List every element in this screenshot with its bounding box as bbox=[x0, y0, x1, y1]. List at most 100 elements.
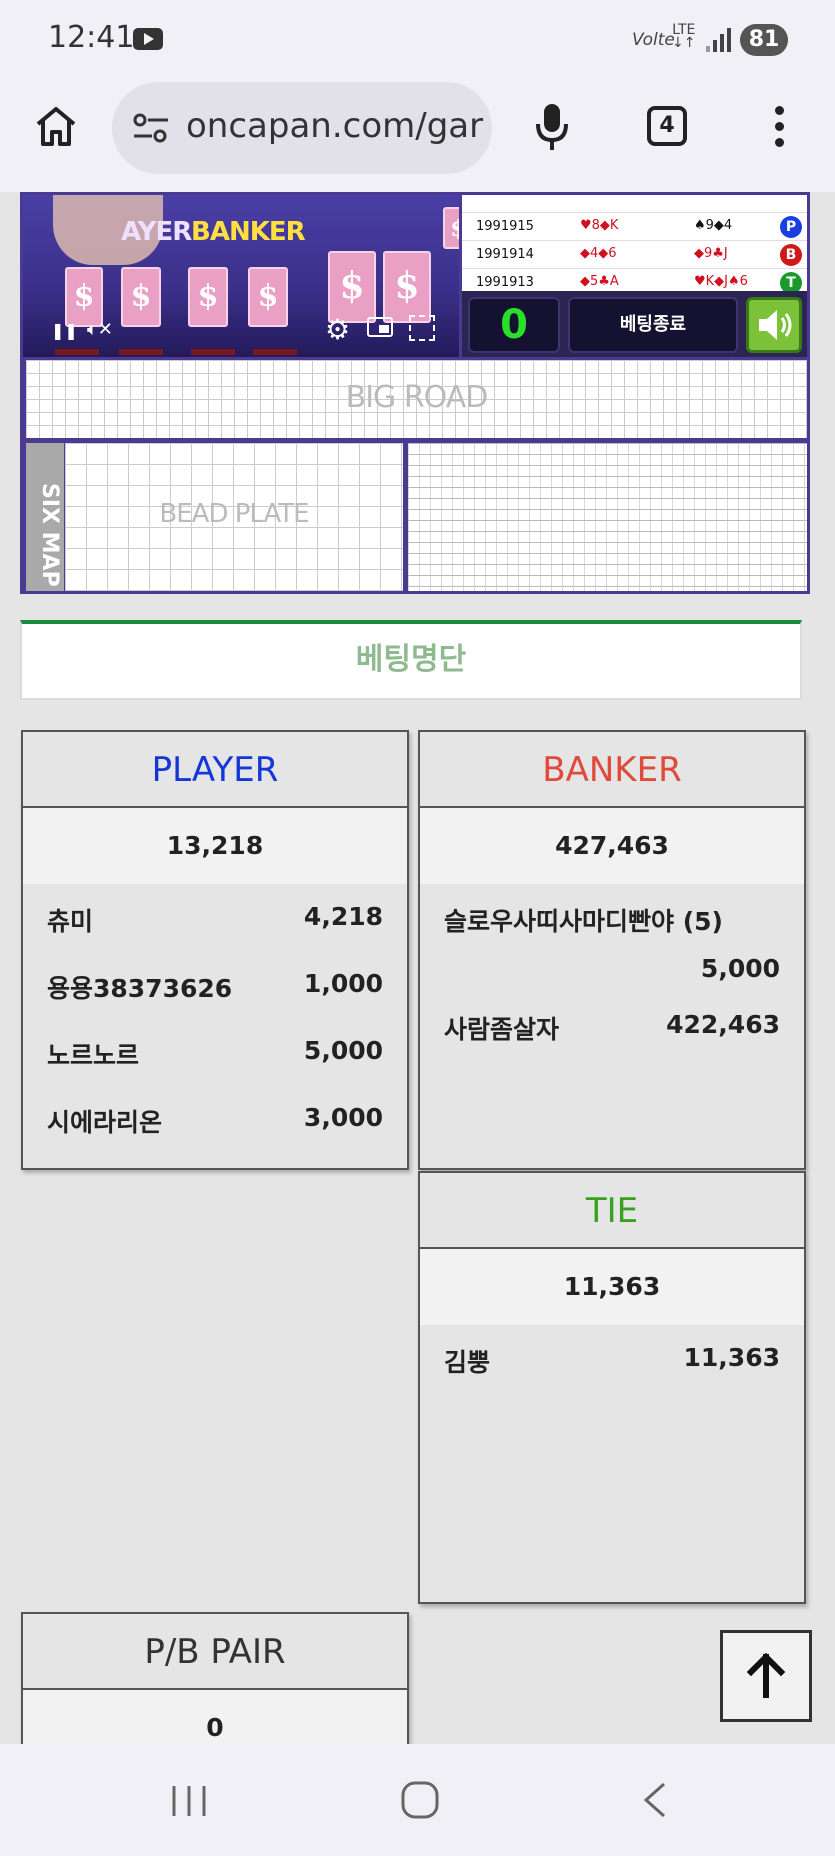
card: $ bbox=[188, 267, 228, 327]
arrow-up-icon[interactable] bbox=[723, 1633, 809, 1719]
live-video[interactable]: AYER BANKER $ $ $ $ $ $ $ ❚❚ 🔈︎✕ ⚙ bbox=[23, 195, 459, 357]
game-history: 1991915 ♥8◆K ♠9◆4 P 1991914 ◆4◆6 ◆9♣J B … bbox=[462, 192, 807, 294]
gear-icon[interactable]: ⚙ bbox=[325, 313, 350, 346]
bet-amount: 422,463 bbox=[666, 1010, 780, 1039]
bet-row: 김뿡 11,363 bbox=[420, 1325, 804, 1392]
video-banker-label: BANKER bbox=[191, 217, 306, 247]
bettor-name: 슬로우사띠사마디빤야 (5) bbox=[444, 907, 723, 936]
bet-row: 츄미 4,218 bbox=[23, 884, 407, 951]
card: $ bbox=[65, 267, 103, 327]
banker-title: BANKER bbox=[420, 732, 804, 808]
bettor-name: 사람좀살자 bbox=[444, 1015, 560, 1044]
picture-in-picture-icon[interactable] bbox=[367, 317, 393, 337]
bet-amount: 11,363 bbox=[683, 1343, 780, 1372]
player-total: 13,218 bbox=[23, 808, 407, 884]
round-number: 1991913 bbox=[476, 275, 534, 290]
pair-bets-panel: P/B PAIR 0 bbox=[21, 1612, 409, 1744]
derived-roads-board bbox=[408, 443, 807, 591]
speaker-icon[interactable] bbox=[749, 300, 799, 350]
url-text[interactable]: oncapan.com/gar bbox=[186, 106, 483, 146]
home-icon[interactable] bbox=[34, 104, 78, 148]
bettor-name: 츄미 bbox=[47, 907, 94, 936]
bet-row: 용용38373626 1,000 bbox=[23, 951, 407, 1018]
address-bar[interactable]: oncapan.com/gar bbox=[112, 82, 492, 174]
result-badge: B bbox=[780, 244, 802, 266]
more-options-icon[interactable] bbox=[773, 106, 785, 148]
card: $ bbox=[383, 251, 431, 323]
betting-status: 베팅종료 bbox=[568, 297, 738, 353]
banker-total: 427,463 bbox=[420, 808, 804, 884]
bettor-name: 김뿡 bbox=[444, 1348, 491, 1377]
bettor-name: 용용38373626 bbox=[47, 974, 233, 1003]
microphone-icon[interactable] bbox=[534, 102, 570, 152]
countdown-timer: 0 bbox=[468, 297, 560, 353]
bet-amount: 1,000 bbox=[303, 969, 383, 998]
bead-plate-label: BEAD PLATE bbox=[159, 499, 309, 529]
mute-icon[interactable]: 🔈︎✕ bbox=[87, 319, 113, 340]
site-settings-icon[interactable] bbox=[132, 112, 170, 144]
pair-total: 0 bbox=[23, 1690, 407, 1744]
bet-amount: 5,000 bbox=[700, 954, 780, 983]
bettor-name: 노르노르 bbox=[47, 1041, 140, 1070]
bet-indicator-bar bbox=[191, 349, 235, 355]
bet-indicator-bar bbox=[119, 349, 163, 355]
lte-indicator: LTE ↓↑ bbox=[672, 22, 696, 51]
bet-amount: 4,218 bbox=[303, 902, 383, 931]
signal-icon bbox=[706, 28, 732, 52]
fullscreen-icon[interactable] bbox=[409, 315, 435, 341]
banker-cards: ♥K◆J♠6 bbox=[694, 274, 748, 289]
history-row-partial bbox=[462, 192, 807, 213]
back-icon[interactable] bbox=[640, 1780, 670, 1820]
scroll-to-top-button[interactable] bbox=[720, 1630, 812, 1722]
history-row: 1991915 ♥8◆K ♠9◆4 P bbox=[462, 213, 807, 241]
video-player-label: AYER bbox=[121, 217, 192, 247]
sound-toggle-button[interactable] bbox=[746, 297, 802, 353]
round-number: 1991915 bbox=[476, 219, 534, 234]
bet-indicator-bar bbox=[253, 349, 297, 355]
player-cards: ♥8◆K bbox=[580, 218, 619, 233]
status-bar: 12:41 Volte LTE ↓↑ 81 bbox=[0, 0, 835, 80]
bead-plate-board: BEAD PLATE bbox=[65, 443, 403, 591]
volte-indicator: Volte bbox=[632, 30, 675, 50]
betting-list-header: 베팅명단 bbox=[20, 620, 802, 700]
clock: 12:41 bbox=[48, 20, 135, 55]
system-navigation-bar bbox=[0, 1744, 835, 1856]
six-map-label: SIX MAP bbox=[37, 483, 62, 587]
card: $ bbox=[443, 207, 459, 249]
big-road-board: BIG ROAD bbox=[26, 360, 807, 438]
bet-row: 시에라리온 3,000 bbox=[23, 1085, 407, 1152]
recent-apps-icon[interactable] bbox=[170, 1782, 208, 1820]
tie-bets-panel: TIE 11,363 김뿡 11,363 bbox=[418, 1171, 806, 1604]
browser-toolbar: oncapan.com/gar 4 bbox=[0, 80, 835, 192]
bet-row: 사람좀살자 422,463 bbox=[420, 1004, 804, 1071]
tie-total: 11,363 bbox=[420, 1249, 804, 1325]
game-control-row: 0 베팅종료 bbox=[462, 291, 807, 357]
round-number: 1991914 bbox=[476, 247, 534, 262]
bet-amount: 5,000 bbox=[303, 1036, 383, 1065]
betting-list-title: 베팅명단 bbox=[355, 642, 467, 677]
player-bets-panel: PLAYER 13,218 츄미 4,218 용용38373626 1,000 … bbox=[21, 730, 409, 1170]
tie-title: TIE bbox=[420, 1173, 804, 1249]
page-content: AYER BANKER $ $ $ $ $ $ $ ❚❚ 🔈︎✕ ⚙ 19919… bbox=[0, 192, 835, 1744]
banker-cards: ◆9♣J bbox=[694, 246, 728, 261]
player-cards: ◆5♣A bbox=[580, 274, 619, 289]
card: $ bbox=[248, 267, 288, 327]
bet-amount: 3,000 bbox=[303, 1103, 383, 1132]
youtube-notification-icon bbox=[133, 28, 163, 50]
bettor-name: 시에라리온 bbox=[47, 1108, 163, 1137]
bet-row: 슬로우사띠사마디빤야 (5) 5,000 bbox=[420, 884, 804, 1004]
banker-cards: ♠9◆4 bbox=[694, 218, 733, 233]
banker-bets-panel: BANKER 427,463 슬로우사띠사마디빤야 (5) 5,000 사람좀살… bbox=[418, 730, 806, 1170]
six-map-tab[interactable]: SIX MAP bbox=[26, 443, 64, 591]
pause-icon[interactable]: ❚❚ bbox=[51, 321, 78, 340]
player-title: PLAYER bbox=[23, 732, 407, 808]
bet-indicator-bar bbox=[55, 349, 99, 355]
tab-switcher-button[interactable]: 4 bbox=[647, 106, 687, 146]
history-row: 1991914 ◆4◆6 ◆9♣J B bbox=[462, 241, 807, 269]
game-panel: AYER BANKER $ $ $ $ $ $ $ ❚❚ 🔈︎✕ ⚙ 19919… bbox=[20, 192, 810, 594]
player-cards: ◆4◆6 bbox=[580, 246, 617, 261]
card: $ bbox=[121, 267, 161, 327]
lte-label: LTE bbox=[672, 22, 696, 38]
home-button-icon[interactable] bbox=[400, 1780, 440, 1820]
bet-row: 노르노르 5,000 bbox=[23, 1018, 407, 1085]
